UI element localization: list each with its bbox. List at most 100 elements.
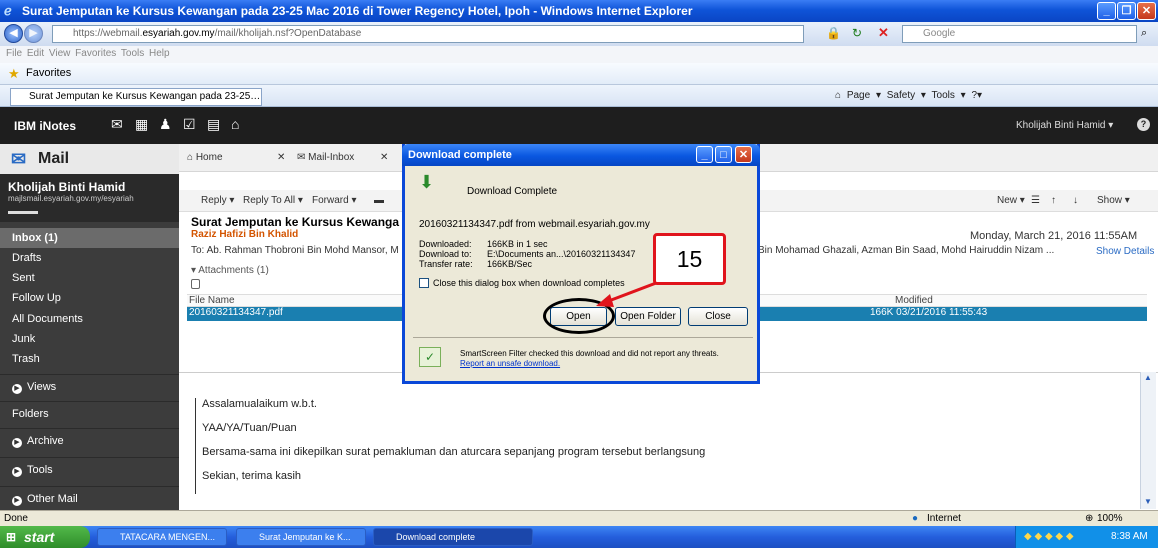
forward-icon[interactable]: ▶ bbox=[24, 24, 43, 43]
forward-button[interactable]: Forward ▾ bbox=[312, 190, 356, 211]
mail-icon[interactable]: ✉ bbox=[111, 116, 123, 133]
browser-tab[interactable]: Surat Jemputan ke Kursus Kewangan pada 2… bbox=[10, 88, 262, 106]
user-path: majlsmail.esyariah.gov.my/esyariah bbox=[8, 194, 134, 203]
home-icon[interactable]: ⌂ bbox=[835, 90, 841, 101]
minimize-button[interactable]: _ bbox=[1097, 2, 1116, 20]
sidebar-section-views[interactable]: ▶ Views bbox=[0, 374, 179, 398]
calendar-icon[interactable]: ▦ bbox=[135, 116, 148, 133]
sidebar-section-folders[interactable]: Folders bbox=[0, 401, 179, 425]
window-title: Surat Jemputan ke Kursus Kewangan pada 2… bbox=[22, 4, 693, 18]
taskbar-button-tatacara[interactable]: TATACARA MENGEN... bbox=[97, 528, 227, 546]
sidebar-section-other-mail[interactable]: ▶ Other Mail bbox=[0, 486, 179, 510]
sidebar-item-junk[interactable]: Junk bbox=[0, 329, 179, 349]
windows-taskbar: ⊞ start TATACARA MENGEN... Surat Jemputa… bbox=[0, 526, 1158, 548]
list-icon[interactable]: ☰ bbox=[1031, 190, 1040, 211]
help-menu-icon[interactable]: ?▾ bbox=[971, 90, 982, 101]
modified-column: Modified bbox=[895, 295, 933, 306]
todo-icon[interactable]: ☑ bbox=[183, 116, 196, 133]
notebook-icon[interactable]: ▤ bbox=[207, 116, 220, 133]
sidebar-item-follow-up[interactable]: Follow Up bbox=[0, 288, 179, 308]
status-text: Done bbox=[4, 513, 28, 524]
sidebar-section-tools[interactable]: ▶ Tools bbox=[0, 457, 179, 481]
sidebar-item-sent[interactable]: Sent bbox=[0, 268, 179, 288]
sidebar-item-drafts[interactable]: Drafts bbox=[0, 248, 179, 268]
folder-icon[interactable]: ▬ bbox=[374, 190, 384, 211]
download-source: 20160321134347.pdf from webmail.esyariah… bbox=[419, 219, 650, 230]
reply-all-button[interactable]: Reply To All ▾ bbox=[243, 190, 303, 211]
downloaded-label: Downloaded: bbox=[419, 239, 472, 249]
close-window-button[interactable]: ✕ bbox=[1137, 2, 1156, 20]
tray-icons[interactable]: ◆ ◆ ◆ ◆ ◆ bbox=[1024, 526, 1074, 548]
stop-icon[interactable]: ✕ bbox=[878, 25, 889, 41]
tab-home[interactable]: ⌂ Home bbox=[187, 152, 223, 163]
sidebar-item-inbox[interactable]: Inbox (1) bbox=[0, 228, 179, 248]
sidebar-item-trash[interactable]: Trash bbox=[0, 349, 179, 369]
close-button[interactable]: Close bbox=[688, 307, 748, 326]
message-from[interactable]: Raziz Hafizi Bin Khalid bbox=[191, 229, 298, 240]
user-menu[interactable]: Kholijah Binti Hamid ▾ bbox=[1016, 120, 1113, 131]
address-row: ◀ ▶ https://webmail.esyariah.gov.my/mail… bbox=[0, 22, 1158, 46]
cmd-tools[interactable]: Tools ▾ bbox=[932, 90, 966, 101]
start-button[interactable]: ⊞ start bbox=[0, 526, 90, 548]
attachments-toggle[interactable]: ▾ Attachments (1) bbox=[191, 265, 269, 276]
download-complete-icon: ⬇ bbox=[419, 172, 435, 192]
help-icon[interactable]: ? bbox=[1137, 118, 1150, 131]
zoom-icon[interactable]: ⊕ bbox=[1085, 511, 1093, 526]
smartscreen-message: SmartScreen Filter checked this download… bbox=[460, 349, 719, 358]
up-arrow-icon[interactable]: ↑ bbox=[1051, 190, 1056, 211]
body-line: Sekian, terima kasih bbox=[202, 470, 302, 482]
cmd-safety[interactable]: Safety ▾ bbox=[887, 90, 926, 101]
downloaded-value: 166KB in 1 sec bbox=[487, 239, 548, 249]
zone-label: Internet bbox=[927, 513, 961, 524]
maximize-button[interactable]: ❐ bbox=[1117, 2, 1136, 20]
zoom-level[interactable]: 100% bbox=[1097, 511, 1123, 526]
home-icon[interactable]: ⌂ bbox=[231, 116, 239, 132]
envelope-icon: ✉ bbox=[11, 149, 27, 169]
transfer-rate-label: Transfer rate: bbox=[419, 259, 473, 269]
cmd-page[interactable]: Page ▾ bbox=[847, 90, 881, 101]
globe-icon: ● bbox=[912, 513, 919, 524]
tab-mail-inbox[interactable]: ✉ Mail-Inbox bbox=[297, 152, 354, 163]
dialog-minimize-button[interactable]: _ bbox=[696, 146, 713, 163]
tab-home-close-icon[interactable]: ✕ bbox=[277, 152, 285, 163]
taskbar-button-download[interactable]: Download complete bbox=[373, 528, 533, 546]
reply-button[interactable]: Reply ▾ bbox=[201, 190, 234, 211]
clock[interactable]: 8:38 AM bbox=[1111, 526, 1148, 548]
close-when-complete-checkbox[interactable] bbox=[419, 278, 429, 288]
report-unsafe-link[interactable]: Report an unsafe download. bbox=[460, 359, 560, 368]
sidebar-item-all-documents[interactable]: All Documents bbox=[0, 309, 179, 329]
show-button[interactable]: Show ▾ bbox=[1097, 190, 1130, 211]
taskbar-button-ie[interactable]: Surat Jemputan ke K... bbox=[236, 528, 366, 546]
favorites-button[interactable]: Favorites bbox=[26, 67, 71, 79]
transfer-rate-value: 166KB/Sec bbox=[487, 259, 533, 269]
body-scrollbar[interactable]: ▲ ▼ bbox=[1140, 372, 1156, 509]
message-date: Monday, March 21, 2016 11:55AM bbox=[970, 230, 1138, 242]
down-arrow-icon[interactable]: ↓ bbox=[1073, 190, 1078, 211]
section-label: Tools bbox=[27, 464, 53, 476]
refresh-icon[interactable]: ↻ bbox=[852, 26, 862, 40]
expand-icon: ▶ bbox=[12, 496, 22, 506]
open-folder-button[interactable]: Open Folder bbox=[615, 307, 681, 326]
menu-bar[interactable]: File Edit View Favorites Tools Help bbox=[0, 46, 1158, 63]
left-navigation: ✉ Mail Kholijah Binti Hamid majlsmail.es… bbox=[0, 144, 179, 510]
smartscreen-icon: ✓ bbox=[419, 347, 441, 367]
attachment-file-name: 20160321134347.pdf bbox=[189, 307, 283, 318]
contacts-icon[interactable]: ♟ bbox=[159, 116, 172, 133]
search-icon[interactable]: ⌕ bbox=[1141, 27, 1147, 40]
dialog-divider bbox=[413, 337, 753, 338]
section-label: Folders bbox=[12, 408, 49, 420]
sidebar-section-archive[interactable]: ▶ Archive bbox=[0, 428, 179, 452]
search-input[interactable]: Google bbox=[902, 25, 1137, 43]
step-number-callout: 15 bbox=[653, 233, 726, 285]
address-bar[interactable]: https://webmail.esyariah.gov.my/mail/kho… bbox=[52, 25, 804, 43]
tab-inbox-close-icon[interactable]: ✕ bbox=[380, 152, 388, 163]
tab-home-label: Home bbox=[195, 152, 223, 163]
status-bar: Done ● Internet ⊕ 100% bbox=[0, 510, 1158, 526]
show-details-link[interactable]: Show Details bbox=[1096, 246, 1154, 257]
new-button[interactable]: New ▾ bbox=[997, 190, 1025, 211]
back-icon[interactable]: ◀ bbox=[4, 24, 23, 43]
scroll-up-icon[interactable]: ▲ bbox=[1144, 373, 1152, 382]
dialog-maximize-button[interactable]: □ bbox=[715, 146, 732, 163]
dialog-close-button[interactable]: ✕ bbox=[735, 146, 752, 163]
scroll-down-icon[interactable]: ▼ bbox=[1144, 497, 1152, 506]
